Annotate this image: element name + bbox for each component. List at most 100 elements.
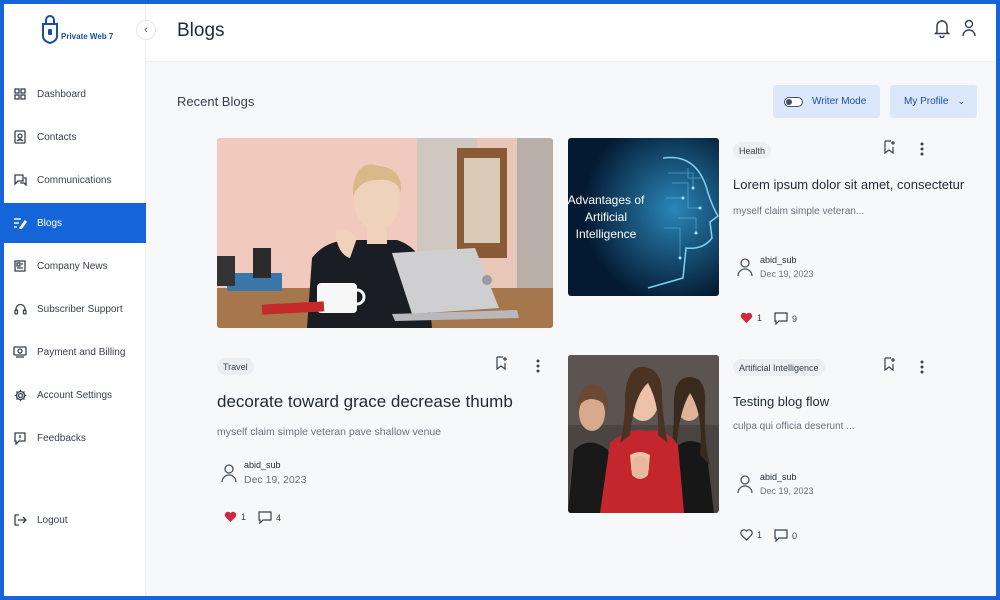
like-count-value: 1 (757, 530, 763, 540)
featured-post-image[interactable] (217, 138, 553, 328)
image-caption-line: Intelligence (576, 227, 637, 241)
chevron-down-icon: ⌄ (957, 96, 965, 106)
heart-outline-icon (740, 529, 753, 541)
feedback-icon (13, 431, 27, 445)
tag-badge[interactable]: Health (733, 142, 772, 159)
post-author: abid_sub Dec 19, 2023 (737, 472, 814, 496)
heart-filled-icon (740, 312, 753, 323)
tag-badge[interactable]: Artificial Intelligence (733, 359, 825, 376)
tag-badge[interactable]: Travel (217, 358, 254, 375)
post-author: abid_sub Dec 19, 2023 (221, 460, 306, 486)
post-image[interactable] (568, 355, 719, 513)
gear-icon (13, 388, 27, 402)
sidebar-nav: Dashboard Contacts Communications Blogs (4, 74, 146, 461)
app-window: Private Web 7 Dashboard Contacts Communi… (0, 0, 1000, 600)
collapse-sidebar-button[interactable]: ‹ (136, 20, 156, 40)
sidebar-item-subscriber-support[interactable]: Subscriber Support (4, 289, 146, 329)
like-count[interactable]: 1 (740, 529, 762, 541)
grid-icon (13, 87, 27, 101)
bell-icon[interactable] (933, 18, 951, 43)
post-title[interactable]: Lorem ipsum dolor sit amet, consectetur (733, 177, 964, 192)
sidebar-item-label: Feedbacks (37, 432, 86, 444)
bookmark-add-icon[interactable] (884, 357, 896, 371)
heart-filled-icon (224, 511, 237, 522)
section-title: Recent Blogs (177, 94, 255, 109)
sidebar-item-label: Subscriber Support (37, 303, 123, 315)
author-name: abid_sub (760, 255, 797, 265)
bookmark-add-icon[interactable] (496, 356, 508, 370)
writer-mode-label: Writer Mode (812, 96, 867, 107)
sidebar-item-account-settings[interactable]: Account Settings (4, 375, 146, 415)
comment-count-value: 0 (792, 530, 798, 541)
logo[interactable]: Private Web 7 (42, 14, 113, 44)
top-bar: Blogs (146, 4, 996, 62)
more-options-icon[interactable] (536, 359, 540, 373)
post-author: abid_sub Dec 19, 2023 (737, 255, 814, 279)
post-description: myself claim simple veteran... (733, 206, 865, 217)
user-icon (737, 475, 753, 494)
image-caption-line: Advantages of (568, 193, 645, 207)
like-count-value: 1 (241, 512, 247, 522)
post-description: culpa qui officia deserunt ... (733, 421, 855, 432)
sidebar-item-label: Payment and Billing (37, 346, 126, 358)
user-icon (221, 464, 237, 483)
comment-count-value: 9 (792, 313, 798, 324)
logout-icon (13, 513, 27, 527)
main-content: Recent Blogs Writer Mode My Profile ⌄ Ad… (146, 62, 996, 596)
like-count[interactable]: 1 (224, 511, 246, 523)
sidebar-item-blogs[interactable]: Blogs (4, 203, 146, 243)
sidebar-item-label: Contacts (37, 131, 77, 143)
edit-list-icon (13, 216, 27, 230)
user-icon (737, 258, 753, 277)
sidebar-item-label: Dashboard (37, 88, 86, 100)
more-options-icon[interactable] (920, 142, 924, 156)
logout-label: Logout (37, 514, 68, 526)
bookmark-add-icon[interactable] (884, 140, 896, 154)
like-count-value: 1 (757, 313, 763, 323)
sidebar-item-dashboard[interactable]: Dashboard (4, 74, 146, 114)
post-image[interactable]: Advantages of Artificial Intelligence (568, 138, 719, 296)
comment-icon (258, 511, 272, 524)
sidebar-item-payment-billing[interactable]: Payment and Billing (4, 332, 146, 372)
my-profile-label: My Profile (904, 96, 949, 107)
sidebar-item-label: Account Settings (37, 389, 113, 401)
chevron-left-icon: ‹ (144, 24, 148, 36)
my-profile-button[interactable]: My Profile ⌄ (890, 85, 977, 118)
comment-count[interactable]: 0 (774, 529, 797, 542)
post-date: Dec 19, 2023 (760, 269, 814, 279)
author-name: abid_sub (244, 460, 281, 470)
headset-icon (13, 302, 27, 316)
writer-mode-toggle[interactable]: Writer Mode (773, 85, 880, 118)
sidebar-item-label: Communications (37, 174, 112, 186)
newspaper-icon (13, 259, 27, 273)
sidebar-item-communications[interactable]: Communications (4, 160, 146, 200)
page-title: Blogs (177, 20, 225, 41)
sidebar-item-label: Company News (37, 260, 108, 272)
comment-icon (774, 312, 788, 325)
author-name: abid_sub (760, 472, 797, 482)
comment-icon (774, 529, 788, 542)
payment-icon (13, 345, 27, 359)
comment-count[interactable]: 4 (258, 511, 281, 524)
image-caption-line: Artificial (585, 210, 627, 224)
sidebar-item-feedbacks[interactable]: Feedbacks (4, 418, 146, 458)
comment-count-value: 4 (276, 512, 282, 523)
post-date: Dec 19, 2023 (760, 486, 814, 496)
sidebar-item-contacts[interactable]: Contacts (4, 117, 146, 157)
sidebar: Private Web 7 Dashboard Contacts Communi… (4, 4, 146, 596)
logo-text: Private Web 7 (61, 32, 114, 41)
post-date: Dec 19, 2023 (244, 474, 307, 486)
sidebar-item-company-news[interactable]: Company News (4, 246, 146, 286)
logout-button[interactable]: Logout (4, 500, 146, 540)
comment-count[interactable]: 9 (774, 312, 797, 325)
post-title[interactable]: decorate toward grace decrease thumb (217, 392, 513, 412)
lock-shield-icon (42, 15, 58, 44)
post-description: myself claim simple veteran pave shallow… (217, 426, 442, 438)
toggle-switch-icon (784, 96, 803, 107)
chat-icon (13, 173, 27, 187)
user-icon[interactable] (962, 19, 976, 42)
like-count[interactable]: 1 (740, 312, 762, 324)
more-options-icon[interactable] (920, 360, 924, 374)
contact-card-icon (13, 130, 27, 144)
post-title[interactable]: Testing blog flow (733, 394, 829, 409)
